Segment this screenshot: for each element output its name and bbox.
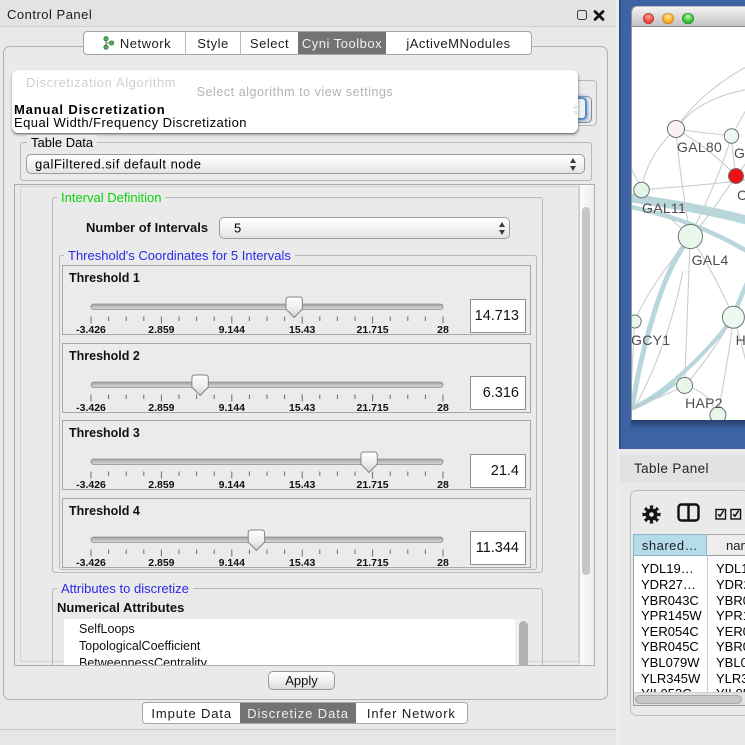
svg-text:28: 28: [437, 557, 449, 569]
svg-text:GAL80: GAL80: [677, 139, 722, 155]
svg-text:-3.426: -3.426: [76, 557, 106, 569]
svg-text:15.43: 15.43: [289, 479, 315, 491]
svg-text:2.859: 2.859: [148, 402, 174, 414]
svg-text:H: H: [736, 332, 745, 348]
svg-text:-3.426: -3.426: [76, 479, 106, 491]
svg-text:GAL11: GAL11: [642, 200, 686, 216]
svg-text:HAP2: HAP2: [685, 395, 723, 411]
svg-text:9.144: 9.144: [219, 557, 245, 569]
svg-text:21.715: 21.715: [357, 324, 389, 336]
svg-text:GA: GA: [734, 145, 745, 161]
svg-text:9.144: 9.144: [219, 479, 245, 491]
svg-text:9.144: 9.144: [219, 324, 245, 336]
svg-text:21.715: 21.715: [357, 479, 389, 491]
svg-text:28: 28: [437, 324, 449, 336]
svg-text:2.859: 2.859: [148, 557, 174, 569]
svg-text:21.715: 21.715: [357, 402, 389, 414]
svg-text:GCY1: GCY1: [632, 332, 670, 348]
svg-text:-3.426: -3.426: [76, 402, 106, 414]
svg-text:GAL4: GAL4: [692, 252, 729, 268]
svg-text:9.144: 9.144: [219, 402, 245, 414]
svg-text:28: 28: [437, 479, 449, 491]
svg-text:28: 28: [437, 402, 449, 414]
svg-text:15.43: 15.43: [289, 557, 315, 569]
svg-text:-3.426: -3.426: [76, 324, 106, 336]
svg-text:15.43: 15.43: [289, 402, 315, 414]
svg-text:2.859: 2.859: [148, 324, 174, 336]
svg-text:C: C: [737, 187, 745, 203]
svg-text:15.43: 15.43: [289, 324, 315, 336]
svg-text:2.859: 2.859: [148, 479, 174, 491]
svg-text:21.715: 21.715: [357, 557, 389, 569]
